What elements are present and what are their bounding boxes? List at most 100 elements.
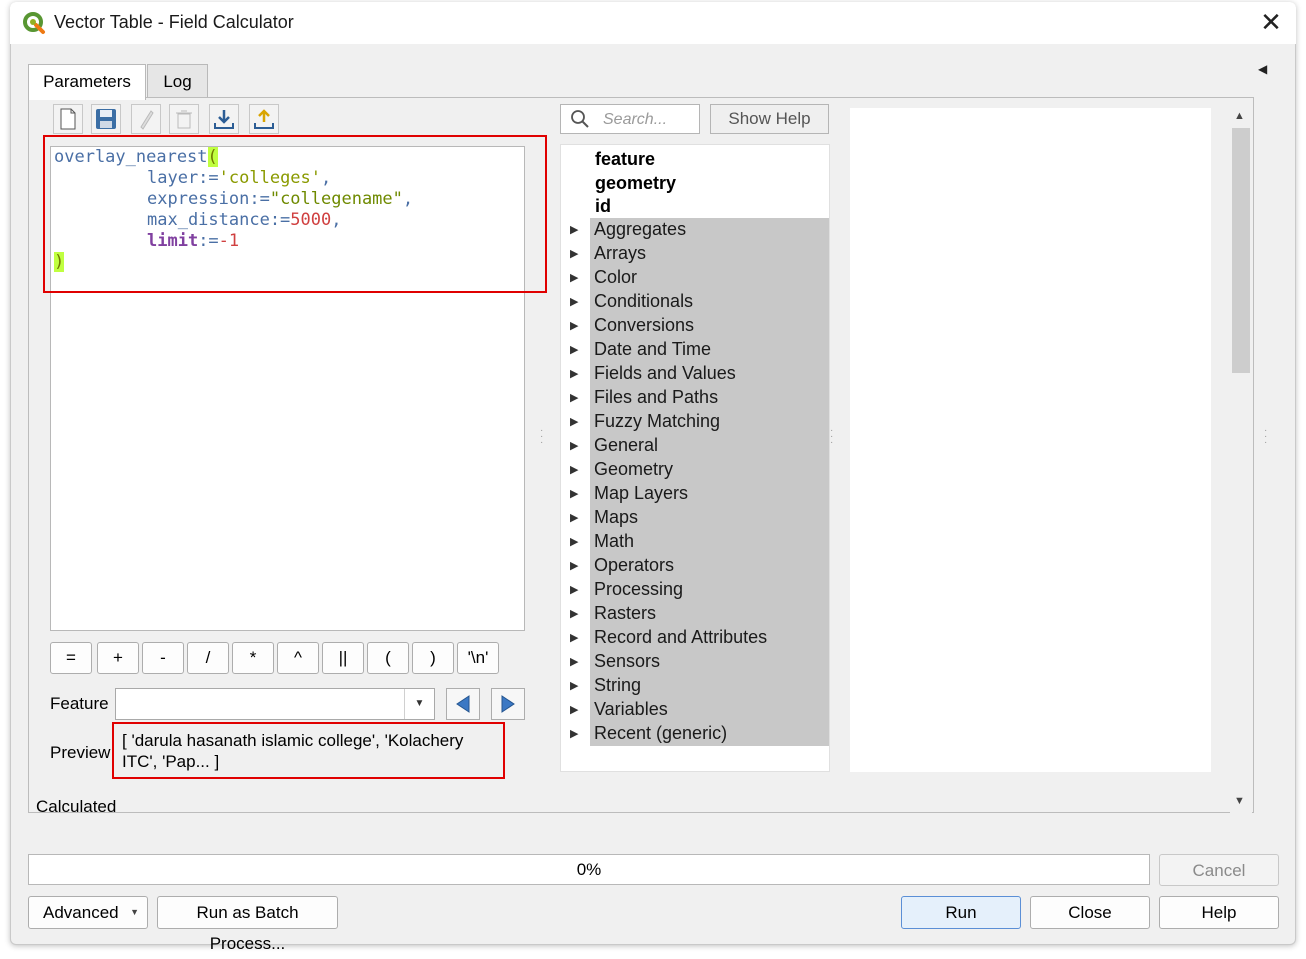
qgis-logo-icon [22, 11, 46, 35]
tree-item-geometry[interactable]: geometry [595, 173, 676, 194]
feature-combobox[interactable]: ▼ [115, 688, 435, 720]
tree-item-feature[interactable]: feature [595, 149, 655, 170]
expand-arrow-icon[interactable]: ▶ [570, 439, 578, 452]
operator-multiply-button[interactable]: * [232, 642, 274, 674]
tree-item-id[interactable]: id [595, 196, 611, 217]
search-input[interactable]: Search... [560, 104, 700, 134]
operator-divide-button[interactable]: / [187, 642, 229, 674]
search-placeholder: Search... [603, 111, 668, 128]
window-title: Vector Table - Field Calculator [54, 12, 294, 32]
expand-arrow-icon[interactable]: ▶ [570, 247, 578, 260]
tree-group-record-and-attributes[interactable]: Record and Attributes [594, 627, 767, 648]
edit-icon [131, 104, 161, 134]
expand-arrow-icon[interactable]: ▶ [570, 487, 578, 500]
splitter-handle[interactable]: · · · [540, 426, 543, 448]
show-help-button[interactable]: Show Help [710, 104, 829, 134]
expand-arrow-icon[interactable]: ▶ [570, 607, 578, 620]
operator-newline-button[interactable]: '\n' [457, 642, 499, 674]
close-icon[interactable]: ✕ [1258, 8, 1284, 36]
expand-arrow-icon[interactable]: ▶ [570, 583, 578, 596]
cancel-button[interactable]: Cancel [1159, 854, 1279, 886]
tree-group-math[interactable]: Math [594, 531, 634, 552]
expand-arrow-icon[interactable]: ▶ [570, 391, 578, 404]
previous-feature-button[interactable] [446, 688, 480, 720]
help-button[interactable]: Help [1159, 896, 1279, 929]
operator-power-button[interactable]: ^ [277, 642, 319, 674]
expand-arrow-icon[interactable]: ▶ [570, 223, 578, 236]
collapse-panel-icon[interactable]: ◀ [1258, 62, 1267, 76]
tree-group-fuzzy-matching[interactable]: Fuzzy Matching [594, 411, 720, 432]
splitter-handle[interactable]: · · · [1264, 426, 1267, 448]
tree-group-conditionals[interactable]: Conditionals [594, 291, 693, 312]
expand-arrow-icon[interactable]: ▶ [570, 319, 578, 332]
search-icon [570, 109, 590, 134]
preview-highlight-box [112, 722, 505, 779]
tree-group-rasters[interactable]: Rasters [594, 603, 656, 624]
tree-group-conversions[interactable]: Conversions [594, 315, 694, 336]
tree-group-recent-generic[interactable]: Recent (generic) [594, 723, 727, 744]
feature-label: Feature [50, 694, 109, 713]
advanced-button[interactable]: Advanced ▼ [28, 896, 148, 929]
expand-arrow-icon[interactable]: ▶ [570, 703, 578, 716]
tree-group-list: ▶ Aggregates ▶ Arrays ▶ Color ▶ Conditionals… [560, 218, 830, 746]
next-feature-button[interactable] [491, 688, 525, 720]
expand-arrow-icon[interactable]: ▶ [570, 655, 578, 668]
expand-arrow-icon[interactable]: ▶ [570, 727, 578, 740]
calculated-label: Calculated [36, 797, 117, 816]
chevron-down-icon: ▼ [130, 907, 139, 917]
tree-group-general[interactable]: General [594, 435, 658, 456]
expand-arrow-icon[interactable]: ▶ [570, 463, 578, 476]
expression-highlight-box [43, 135, 547, 293]
new-file-icon[interactable] [53, 104, 83, 134]
tree-group-map-layers[interactable]: Map Layers [594, 483, 688, 504]
save-icon[interactable] [91, 104, 121, 134]
expand-arrow-icon[interactable]: ▶ [570, 535, 578, 548]
scrollbar-thumb[interactable] [1232, 128, 1250, 373]
tree-group-geometry[interactable]: Geometry [594, 459, 673, 480]
close-button[interactable]: Close [1030, 896, 1150, 929]
expand-arrow-icon[interactable]: ▶ [570, 511, 578, 524]
run-button[interactable]: Run [901, 896, 1021, 929]
tree-group-processing[interactable]: Processing [594, 579, 683, 600]
chevron-down-icon[interactable]: ▼ [404, 689, 434, 719]
expand-arrow-icon[interactable]: ▶ [570, 367, 578, 380]
tree-group-maps[interactable]: Maps [594, 507, 638, 528]
preview-label: Preview: [50, 743, 116, 762]
tree-group-operators[interactable]: Operators [594, 555, 674, 576]
splitter-handle[interactable]: · · · [830, 426, 833, 448]
progress-text: 0% [576, 860, 602, 879]
expand-arrow-icon[interactable]: ▶ [570, 415, 578, 428]
tree-group-date-and-time[interactable]: Date and Time [594, 339, 711, 360]
tree-group-arrays[interactable]: Arrays [594, 243, 646, 264]
expand-arrow-icon[interactable]: ▶ [570, 631, 578, 644]
tree-group-files-and-paths[interactable]: Files and Paths [594, 387, 718, 408]
advanced-button-label: Advanced [43, 903, 119, 922]
expand-arrow-icon[interactable]: ▶ [570, 295, 578, 308]
operator-minus-button[interactable]: - [142, 642, 184, 674]
expand-arrow-icon[interactable]: ▶ [570, 343, 578, 356]
help-panel [850, 108, 1211, 772]
tree-group-sensors[interactable]: Sensors [594, 651, 660, 672]
scroll-up-icon[interactable]: ▲ [1234, 110, 1245, 122]
operator-concat-button[interactable]: || [322, 642, 364, 674]
tree-group-fields-and-values[interactable]: Fields and Values [594, 363, 736, 384]
tab-log[interactable]: Log [147, 64, 208, 98]
run-as-batch-button[interactable]: Run as Batch Process... [157, 896, 338, 953]
export-icon[interactable] [249, 104, 279, 134]
operator-close-paren-button[interactable]: ) [412, 642, 454, 674]
expand-arrow-icon[interactable]: ▶ [570, 271, 578, 284]
tree-group-aggregates[interactable]: Aggregates [594, 219, 686, 240]
scroll-down-icon[interactable]: ▼ [1234, 795, 1245, 807]
import-icon[interactable] [209, 104, 239, 134]
delete-icon [169, 104, 199, 134]
operator-open-paren-button[interactable]: ( [367, 642, 409, 674]
expand-arrow-icon[interactable]: ▶ [570, 679, 578, 692]
progress-bar: 0% [28, 854, 1150, 885]
tree-group-variables[interactable]: Variables [594, 699, 668, 720]
expand-arrow-icon[interactable]: ▶ [570, 559, 578, 572]
operator-plus-button[interactable]: + [97, 642, 139, 674]
operator-equals-button[interactable]: = [50, 642, 92, 674]
tree-group-color[interactable]: Color [594, 267, 637, 288]
tab-parameters[interactable]: Parameters [28, 64, 146, 100]
tree-group-string[interactable]: String [594, 675, 641, 696]
